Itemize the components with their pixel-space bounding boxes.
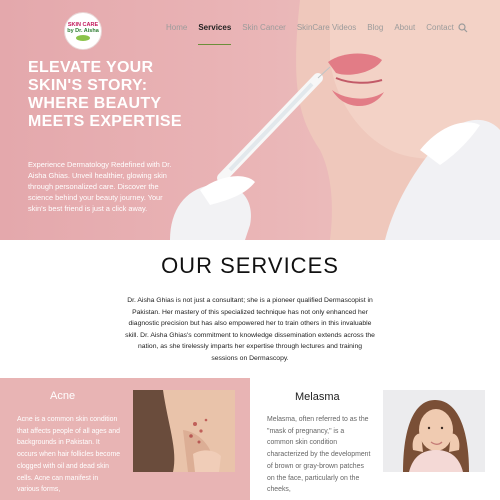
nav-contact[interactable]: Contact <box>426 22 454 34</box>
card-title-melasma: Melasma <box>295 391 340 403</box>
nav-services[interactable]: Services <box>198 22 231 45</box>
card-title-acne: Acne <box>50 390 76 402</box>
nav-skincare-videos[interactable]: SkinCare Videos <box>297 22 356 34</box>
card-text-melasma: Melasma, often referred to as the "mask … <box>267 416 371 494</box>
nav-blog[interactable]: Blog <box>367 22 383 34</box>
hero-title: ELEVATE YOUR SKIN'S STORY: WHERE BEAUTY … <box>28 59 182 130</box>
hero-banner: SKIN CARE by Dr. Aisha Home Services Ski… <box>0 0 500 240</box>
nav-home[interactable]: Home <box>166 22 187 34</box>
site-logo[interactable]: SKIN CARE by Dr. Aisha <box>64 12 102 50</box>
acne-image <box>133 390 235 472</box>
logo-text-secondary: by Dr. Aisha <box>67 27 99 34</box>
melasma-image <box>383 390 485 472</box>
nav-about[interactable]: About <box>394 22 415 34</box>
services-description: Dr. Aisha Ghias is not just a consultant… <box>125 297 375 362</box>
service-card-melasma[interactable]: Melasma Melasma, often referred to as th… <box>250 378 500 500</box>
main-menu: Home Services Skin Cancer SkinCare Video… <box>166 22 465 45</box>
card-text-acne: Acne is a common skin condition that aff… <box>17 416 121 494</box>
top-navigation: SKIN CARE by Dr. Aisha Home Services Ski… <box>0 0 500 58</box>
search-icon[interactable] <box>458 23 468 33</box>
services-heading: OUR SERVICES <box>161 253 339 278</box>
service-card-acne[interactable]: Acne Acne is a common skin condition tha… <box>0 378 250 500</box>
leaf-icon <box>76 34 90 41</box>
hero-description: Experience Dermatology Redefined with Dr… <box>28 160 172 213</box>
nav-skin-cancer[interactable]: Skin Cancer <box>242 22 286 34</box>
